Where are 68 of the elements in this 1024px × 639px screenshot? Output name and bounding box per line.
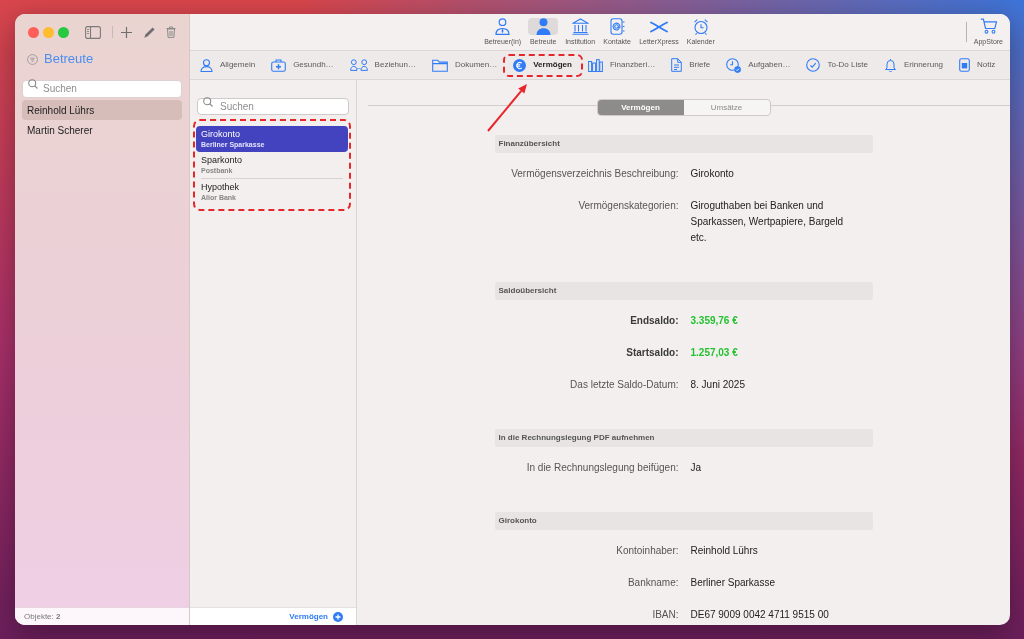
window-close-icon[interactable] <box>28 26 39 38</box>
folder-icon <box>431 58 448 72</box>
object-count: Objekte: 2 <box>24 610 61 623</box>
section-header: Saldoübersicht <box>494 282 873 300</box>
sidebar-toggle-icon[interactable] <box>85 25 101 39</box>
plus-circle-icon <box>333 611 343 622</box>
field-value: Ja <box>690 461 702 475</box>
field-label: Das letzte Saldo-Datum: <box>570 378 679 392</box>
field-value: Girokonto <box>690 167 734 181</box>
field-value: 8. Juni 2025 <box>690 378 745 392</box>
tab[interactable]: Notiz <box>959 58 996 72</box>
person-icon <box>200 58 213 72</box>
search-field[interactable]: Suchen <box>22 79 182 98</box>
field-label: Kontoinhaber: <box>616 544 679 558</box>
columns-building-icon <box>571 18 589 35</box>
search-icon <box>203 96 213 107</box>
cart-icon <box>979 18 997 34</box>
field-label: Vermögensverzeichnis Beschreibung: <box>511 167 679 181</box>
two-people-icon <box>349 59 368 71</box>
pencil-icon[interactable] <box>144 26 155 38</box>
person-icon <box>535 18 551 35</box>
filter-icon[interactable] <box>27 53 38 65</box>
window-zoom-icon[interactable] <box>58 26 69 38</box>
bell-icon <box>883 58 897 72</box>
field-value: DE67 9009 0042 4711 9515 00 <box>690 608 829 622</box>
field-value: Giroguthaben bei Banken und Sparkassen, Wertpapiere, Bargeld etc. <box>690 199 845 245</box>
tab[interactable]: Gesundh… <box>271 58 334 72</box>
annotation-arrow <box>485 82 530 134</box>
field-label: In die Rechnungslegung beifügen: <box>526 461 679 475</box>
note-icon <box>959 58 971 72</box>
medical-case-icon <box>271 58 287 72</box>
trash-icon[interactable] <box>166 26 176 38</box>
search-field[interactable]: Suchen <box>197 98 349 115</box>
address-book-icon <box>609 18 625 35</box>
section-header: Girokonto <box>494 512 873 530</box>
tab[interactable]: Aufgaben… <box>726 57 791 73</box>
clock-check-icon <box>726 57 742 73</box>
tab[interactable]: Briefe <box>671 58 711 72</box>
section-header: In die Rechnungslegung PDF aufnehmen <box>494 429 873 447</box>
document-icon <box>671 58 683 72</box>
search-icon <box>28 79 38 89</box>
x-shape-icon <box>650 20 668 33</box>
field-value: 3.359,76 € <box>690 314 738 328</box>
field-value: 1.257,03 € <box>690 346 738 360</box>
tab[interactable]: Beziehun… <box>349 59 416 71</box>
field-value: Reinhold Lührs <box>690 544 758 558</box>
person-tie-icon <box>495 18 511 35</box>
alarm-clock-icon <box>692 18 709 35</box>
plus-icon[interactable] <box>121 26 132 38</box>
tab[interactable]: Allgemein <box>200 58 256 72</box>
check-circle-icon <box>806 58 821 72</box>
tab[interactable]: Vermögen <box>513 58 572 72</box>
tab[interactable]: To-Do Liste <box>806 58 868 72</box>
tab[interactable]: Dokumen… <box>431 58 498 72</box>
section-header: Finanzübersicht <box>494 135 873 153</box>
field-label: Startsaldo: <box>626 346 679 360</box>
field-label: Bankname: <box>627 576 679 590</box>
field-value: Berliner Sparkasse <box>690 576 775 590</box>
sidebar-title: Betreute <box>44 51 94 67</box>
field-label: Endsaldo: <box>630 314 679 328</box>
euro-coin-icon <box>513 58 527 72</box>
sidebar-item[interactable]: Martin Scherer <box>22 120 182 140</box>
tab[interactable]: Erinnerung <box>883 58 944 72</box>
field-label: IBAN: <box>652 608 679 622</box>
tab[interactable]: Finanzberi… <box>587 58 656 72</box>
sidebar-item[interactable]: Reinhold Lührs <box>22 100 182 120</box>
field-label: Vermögenskategorien: <box>578 199 679 213</box>
bar-chart-icon <box>587 58 603 72</box>
